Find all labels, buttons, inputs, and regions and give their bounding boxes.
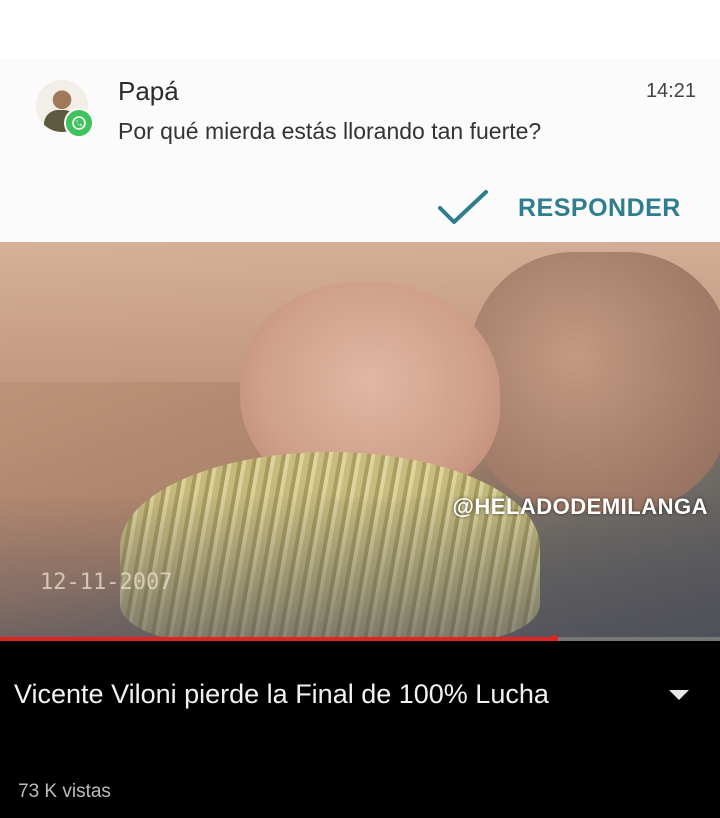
video-player[interactable]: @HELADODEMILANGA 12-11-2007 (0, 242, 720, 640)
video-watermark: @HELADODEMILANGA (452, 494, 708, 519)
notification-sender: Papá (118, 76, 179, 106)
checkmark-icon (438, 190, 488, 224)
reply-button[interactable]: RESPONDER (436, 186, 706, 230)
reply-button-label: RESPONDER (518, 193, 681, 222)
notification-card[interactable]: Papá 14:21 Por qué mierda estás llorando… (0, 58, 720, 242)
video-frame-shoulder (470, 252, 720, 512)
notification-time: 14:21 (645, 80, 696, 102)
top-whitespace (0, 0, 720, 58)
view-count: 73 K vistas (18, 781, 111, 802)
video-title[interactable]: Vicente Viloni pierde la Final de 100% L… (14, 675, 614, 713)
video-info-panel: Vicente Viloni pierde la Final de 100% L… (0, 641, 720, 818)
chevron-down-icon (669, 690, 689, 700)
notification-message: Por qué mierda estás llorando tan fuerte… (118, 118, 542, 144)
expand-description-button[interactable] (662, 681, 696, 709)
whatsapp-glyph (72, 116, 86, 130)
whatsapp-icon (64, 108, 94, 138)
video-date-overlay: 12-11-2007 (40, 570, 173, 595)
